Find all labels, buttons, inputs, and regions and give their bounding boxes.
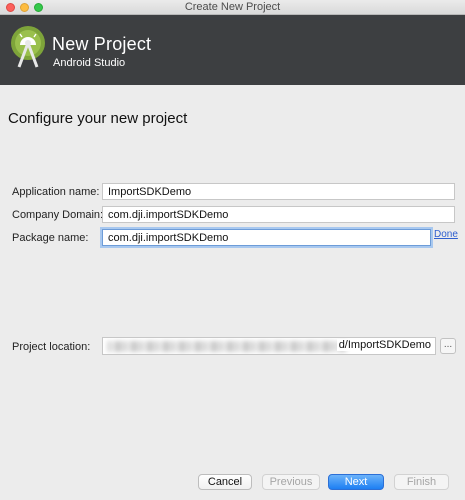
project-location-label: Project location: — [12, 341, 91, 353]
package-name-done-link[interactable]: Done — [434, 229, 458, 240]
finish-button[interactable]: Finish — [394, 474, 449, 490]
application-name-field[interactable] — [102, 183, 455, 200]
cancel-button[interactable]: Cancel — [198, 474, 252, 490]
project-location-suffix: d/ImportSDKDemo — [336, 339, 431, 351]
company-domain-label: Company Domain: — [12, 209, 104, 221]
title-bar: Create New Project — [0, 0, 465, 15]
window-title: Create New Project — [184, 1, 281, 13]
header-subtitle: Android Studio — [53, 57, 126, 69]
header-title: New Project — [52, 34, 152, 54]
company-domain-field[interactable] — [102, 206, 455, 223]
application-name-label: Application name: — [12, 186, 100, 198]
section-title: Configure your new project — [8, 110, 188, 127]
redacted-path — [107, 341, 347, 352]
package-name-field[interactable] — [102, 229, 431, 246]
next-button[interactable]: Next — [328, 474, 384, 490]
browse-location-button[interactable]: ... — [440, 338, 456, 354]
previous-button[interactable]: Previous — [262, 474, 320, 490]
header-banner: New Project Android Studio — [0, 15, 465, 85]
project-location-field[interactable]: d/ImportSDKDemo — [102, 337, 436, 355]
package-name-label: Package name: — [12, 232, 89, 244]
android-studio-logo-icon — [8, 23, 48, 73]
